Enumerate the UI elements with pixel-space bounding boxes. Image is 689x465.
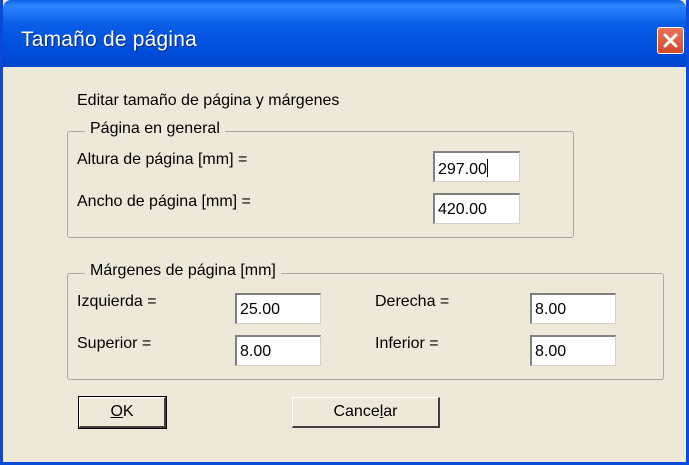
dialog-body: Editar tamaño de página y márgenes Págin… bbox=[3, 67, 686, 462]
margins-group-title: Márgenes de página [mm] bbox=[85, 262, 281, 280]
margin-top-label: Superior = bbox=[77, 335, 152, 352]
page-height-value: 297.00 bbox=[438, 161, 487, 178]
margin-top-input[interactable]: 8.00 bbox=[235, 335, 321, 366]
margin-bottom-label: Inferior = bbox=[375, 335, 439, 352]
page-width-input[interactable]: 420.00 bbox=[433, 193, 520, 224]
close-button[interactable] bbox=[657, 27, 684, 54]
cancel-button[interactable]: Cancelar bbox=[292, 397, 440, 428]
margin-bottom-input[interactable]: 8.00 bbox=[530, 335, 616, 366]
dialog-heading: Editar tamaño de página y márgenes bbox=[77, 92, 340, 109]
title-bar[interactable]: Tamaño de página bbox=[3, 0, 686, 67]
ok-button[interactable]: OK bbox=[78, 396, 167, 429]
margin-left-input[interactable]: 25.00 bbox=[235, 293, 321, 324]
ok-label-rest: K bbox=[122, 403, 134, 420]
margin-right-label: Derecha = bbox=[375, 293, 450, 310]
cancel-label-prefix: Cance bbox=[333, 403, 380, 420]
dialog-window: Tamaño de página Editar tamaño de página… bbox=[0, 0, 689, 465]
ok-mnemonic: O bbox=[110, 403, 123, 420]
page-height-label: Altura de página [mm] = bbox=[77, 151, 248, 168]
margin-right-input[interactable]: 8.00 bbox=[530, 293, 616, 324]
page-height-input[interactable]: 297.00 bbox=[433, 151, 520, 182]
page-general-group-title: Página en general bbox=[85, 120, 225, 138]
text-cursor bbox=[486, 159, 488, 177]
margin-left-label: Izquierda = bbox=[77, 293, 157, 310]
window-title: Tamaño de página bbox=[21, 28, 197, 51]
close-icon bbox=[663, 33, 678, 48]
cancel-label-suffix: ar bbox=[383, 403, 398, 420]
page-width-label: Ancho de página [mm] = bbox=[77, 193, 251, 210]
